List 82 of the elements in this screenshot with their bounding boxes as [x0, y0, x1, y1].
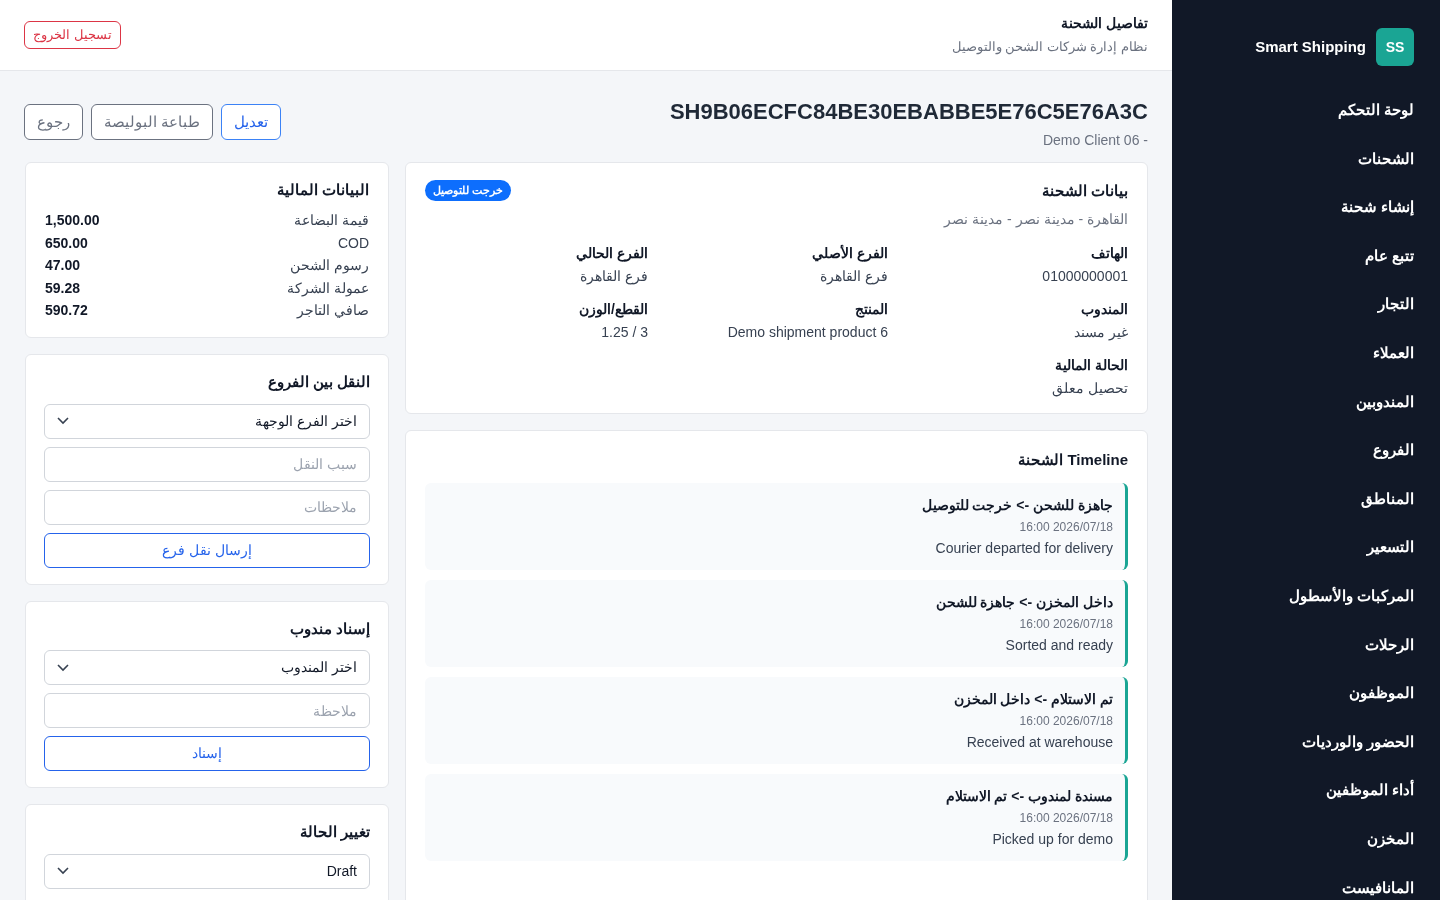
card-title: تغيير الحالة — [298, 822, 370, 843]
page-title: تفاصيل الشحنة — [1060, 14, 1148, 34]
field-value: فرع القاهرة — [579, 266, 648, 287]
amount-value: 650.00 — [45, 233, 88, 253]
sidebar-item[interactable]: المندوبين — [1188, 377, 1414, 427]
input-field[interactable]: ملاحظات — [44, 489, 370, 525]
page-subtitle: نظام إدارة شركات الشحن والتوصيل — [951, 38, 1148, 57]
sidebar-item[interactable]: المخزن — [1188, 814, 1414, 864]
chevron-down-icon — [57, 417, 69, 425]
event-time: 16:00 2026/07/18 — [1018, 616, 1113, 633]
amount-label: قيمة البضاعة — [294, 211, 369, 231]
amount-label: صافي التاجر — [297, 301, 369, 321]
event-note: Courier departed for delivery — [934, 539, 1113, 558]
amount-label: COD — [337, 233, 369, 253]
event-note: Picked up for demo — [991, 830, 1113, 849]
card-title: بيانات الشحنة — [1041, 181, 1128, 201]
action-button[interactable]: رجوع — [24, 104, 83, 140]
action-button[interactable]: طباعة البوليصة — [91, 104, 214, 140]
field-label: الحالة المالية — [1054, 355, 1128, 375]
logout-button[interactable]: تسجيل الخروج — [24, 21, 121, 49]
event-time: 16:00 2026/07/18 — [1018, 810, 1113, 827]
sidebar-item[interactable]: المركبات والأسطول — [1188, 571, 1414, 621]
sidebar-item[interactable]: الموظفون — [1188, 669, 1414, 718]
sidebar-item[interactable]: المناطق — [1188, 474, 1414, 524]
sidebar-item[interactable]: تتبع عام — [1188, 231, 1414, 281]
sidebar-item[interactable]: الفروع — [1188, 426, 1414, 475]
submit-button[interactable]: إرسال نقل فرع — [44, 532, 370, 568]
select-field[interactable]: اختر المندوب — [44, 650, 370, 685]
card-title: البيانات المالية — [275, 180, 369, 200]
select-field[interactable]: اختر الفرع الوجهة — [44, 403, 370, 439]
status-badge: خرجت للتوصيل — [425, 180, 512, 201]
input-field[interactable]: ملاحظة — [44, 693, 370, 728]
field-label: الفرع الأصلي — [811, 243, 888, 264]
field-value: غير مسند — [1073, 322, 1128, 343]
sidebar-item[interactable]: التجار — [1188, 280, 1414, 329]
field-value: 01000000001 — [1041, 266, 1128, 286]
select-field[interactable]: Draft — [44, 853, 370, 889]
sidebar-item[interactable]: أداء الموظفين — [1188, 766, 1414, 815]
card-title: Timeline الشحنة — [1017, 449, 1128, 470]
event-title: داخل المخزن -> جاهزة للشحن — [934, 593, 1113, 613]
sidebar-item[interactable]: الرحلات — [1188, 620, 1414, 670]
sidebar-item[interactable]: العملاء — [1188, 328, 1414, 378]
sidebar-item[interactable]: إنشاء شحنة — [1188, 183, 1414, 232]
input-field[interactable]: سبب النقل — [44, 446, 370, 482]
submit-button[interactable]: إسناد — [44, 736, 370, 771]
sidebar-item[interactable]: الشحنات — [1188, 134, 1414, 184]
sidebar-item[interactable]: التسعير — [1188, 523, 1414, 572]
field-value: Demo shipment product 6 — [726, 322, 888, 342]
event-title: جاهزة للشحن -> خرجت للتوصيل — [920, 496, 1113, 516]
amount-value: 590.72 — [45, 301, 88, 321]
field-value: فرع القاهرة — [819, 266, 888, 287]
client-name: Demo Client 06 - — [1041, 131, 1148, 150]
chevron-down-icon — [57, 867, 69, 875]
field-label: المنتج — [854, 299, 888, 320]
field-value: تحصيل معلق — [1051, 378, 1128, 399]
sidebar-item[interactable]: الحضور والورديات — [1188, 717, 1414, 767]
card-title: النقل بين الفروع — [266, 372, 370, 393]
card-title: إسناد مندوب — [288, 618, 370, 640]
amount-value: 1,500.00 — [45, 211, 100, 231]
amount-label: عمولة الشركة — [287, 278, 369, 299]
field-label: المندوب — [1080, 299, 1128, 320]
event-note: Received at warehouse — [965, 733, 1113, 752]
chevron-down-icon — [57, 663, 69, 672]
amount-value: 59.28 — [45, 278, 81, 298]
event-time: 16:00 2026/07/18 — [1018, 713, 1113, 730]
field-value: 1.25 / 3 — [600, 322, 648, 342]
event-note: Sorted and ready — [1004, 636, 1113, 655]
shipment-code: SH9B06ECFC84BE30EBABBE5E76C5E76A3C — [669, 98, 1148, 126]
field-label: القطع/الوزن — [578, 299, 648, 320]
amount-label: رسوم الشحن — [290, 256, 369, 276]
event-time: 16:00 2026/07/18 — [1018, 519, 1113, 536]
event-title: مسندة لمندوب -> تم الاستلام — [944, 787, 1113, 807]
field-label: الهاتف — [1090, 243, 1128, 264]
event-title: تم الاستلام -> داخل المخزن — [952, 690, 1113, 710]
brand-name: Smart Shipping — [1255, 36, 1366, 57]
action-button[interactable]: تعديل — [221, 104, 282, 140]
sidebar-item[interactable]: لوحة التحكم — [1188, 86, 1414, 135]
amount-value: 47.00 — [45, 256, 81, 276]
sidebar-item[interactable]: المانافيست — [1188, 863, 1414, 900]
address-text: القاهرة - مدينة نصر - مدينة نصر — [942, 209, 1128, 230]
logo-badge: SS — [1376, 28, 1414, 66]
field-label: الفرع الحالي — [575, 243, 648, 264]
